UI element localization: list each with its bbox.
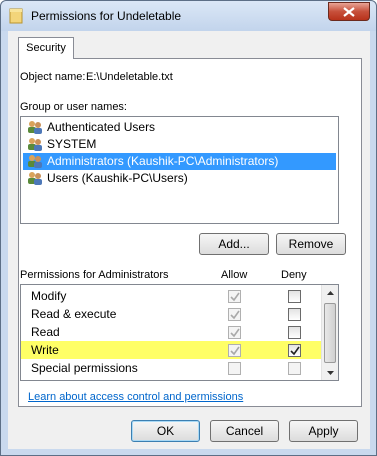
permissions-label: Permissions for Administrators xyxy=(20,269,169,281)
object-name-label: Object name: xyxy=(20,71,86,83)
list-item-label: Authenticated Users xyxy=(47,120,156,134)
deny-checkbox-write[interactable] xyxy=(288,344,301,357)
window-title: Permissions for Undeletable xyxy=(31,9,182,23)
group-user-list[interactable]: Authenticated Users SYSTEM Administrator… xyxy=(20,116,339,224)
group-names-label: Group or user names: xyxy=(20,101,127,113)
allow-checkbox-read-execute xyxy=(228,308,241,321)
check-icon xyxy=(230,346,240,356)
deny-checkbox-read[interactable] xyxy=(288,326,301,339)
permissions-scrollbar[interactable] xyxy=(321,285,338,380)
close-button[interactable] xyxy=(328,2,370,21)
ok-button[interactable]: OK xyxy=(131,420,200,442)
permission-row-read: Read xyxy=(21,323,321,341)
permission-row-read-execute: Read & execute xyxy=(21,305,321,323)
apply-button[interactable]: Apply xyxy=(289,420,358,442)
permission-label: Read xyxy=(31,325,60,339)
list-item-administrators[interactable]: Administrators (Kaushik-PC\Administrator… xyxy=(23,153,336,170)
permission-label: Modify xyxy=(31,289,67,303)
deny-column-header: Deny xyxy=(281,269,307,281)
list-item-users[interactable]: Users (Kaushik-PC\Users) xyxy=(23,170,336,187)
check-icon xyxy=(230,292,240,302)
add-button[interactable]: Add... xyxy=(199,233,269,255)
check-icon xyxy=(230,328,240,338)
dialog-client-area: Security Object name: E:\Undeletable.txt… xyxy=(8,31,370,449)
deny-checkbox-read-execute[interactable] xyxy=(288,308,301,321)
allow-checkbox-modify xyxy=(228,290,241,303)
check-icon xyxy=(230,310,240,320)
scroll-thumb[interactable] xyxy=(324,303,336,363)
access-control-help-link[interactable]: Learn about access control and permissio… xyxy=(28,391,243,403)
check-icon xyxy=(290,346,300,356)
allow-checkbox-special xyxy=(228,362,241,375)
permissions-list: Modify Read & execute Read Write Special… xyxy=(20,284,339,381)
allow-column-header: Allow xyxy=(221,269,248,281)
object-name-value: E:\Undeletable.txt xyxy=(86,71,173,83)
tab-security[interactable]: Security xyxy=(18,37,74,59)
permission-row-write: Write xyxy=(21,341,321,359)
list-item-label: SYSTEM xyxy=(47,137,97,151)
deny-checkbox-modify[interactable] xyxy=(288,290,301,303)
folder-icon xyxy=(9,8,23,24)
cancel-button[interactable]: Cancel xyxy=(210,420,279,442)
list-item-authenticated-users[interactable]: Authenticated Users xyxy=(23,119,336,136)
scroll-up-icon[interactable] xyxy=(326,289,335,298)
permission-label: Write xyxy=(31,343,59,357)
list-item-label: Users (Kaushik-PC\Users) xyxy=(47,171,188,185)
permission-label: Read & execute xyxy=(31,307,117,321)
list-item-label: Administrators (Kaushik-PC\Administrator… xyxy=(47,154,279,168)
close-icon xyxy=(343,7,355,17)
list-item-system[interactable]: SYSTEM xyxy=(23,136,336,153)
permission-row-special: Special permissions xyxy=(21,359,321,377)
permissions-dialog: Permissions for Undeletable Security Obj… xyxy=(0,0,377,456)
permission-row-modify: Modify xyxy=(21,287,321,305)
permission-label: Special permissions xyxy=(31,361,138,375)
remove-button[interactable]: Remove xyxy=(276,233,346,255)
allow-checkbox-read xyxy=(228,326,241,339)
users-group-icon xyxy=(27,171,43,190)
scroll-down-icon[interactable] xyxy=(326,369,335,378)
deny-checkbox-special xyxy=(288,362,301,375)
title-bar[interactable]: Permissions for Undeletable xyxy=(1,1,376,31)
allow-checkbox-write xyxy=(228,344,241,357)
